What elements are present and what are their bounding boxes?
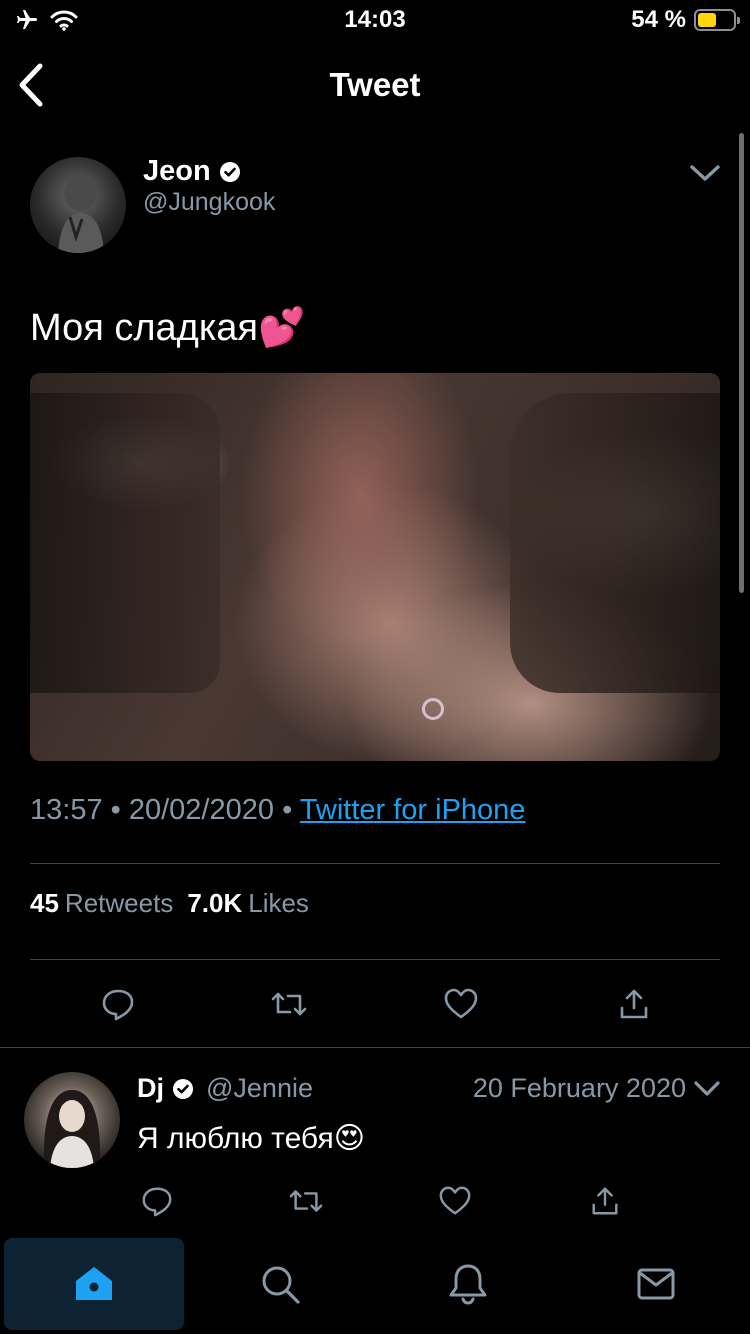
tab-home[interactable]: [4, 1238, 184, 1330]
tweet-media-image[interactable]: [30, 373, 720, 761]
media-detail-cup-right: [510, 393, 720, 693]
share-button[interactable]: [612, 982, 656, 1026]
tab-notifications[interactable]: [378, 1238, 558, 1330]
reply-retweet-button[interactable]: [285, 1180, 327, 1222]
battery-icon: [694, 9, 740, 31]
reply-button[interactable]: [96, 982, 140, 1026]
like-icon: [439, 1186, 471, 1215]
media-detail-cup-left: [30, 393, 220, 693]
tweet-text: Моя сладкая💕: [30, 307, 306, 349]
retweets-stat[interactable]: 45 Retweets: [30, 888, 173, 919]
battery-fill: [698, 13, 717, 27]
meta-separator: •: [110, 794, 121, 826]
author-avatar[interactable]: [30, 157, 126, 253]
reply-like-button[interactable]: [434, 1180, 476, 1222]
tweet-time: 13:57: [30, 794, 103, 826]
reply-author-name[interactable]: Dj: [137, 1073, 164, 1104]
tweet-date: 20/02/2020: [128, 794, 275, 826]
verified-badge-icon: [219, 161, 240, 182]
reply-text: Я люблю тебя😍: [137, 1122, 365, 1155]
meta-separator: •: [282, 794, 293, 826]
reply-icon: [102, 989, 134, 1021]
retweet-icon: [271, 992, 307, 1016]
like-button[interactable]: [439, 982, 483, 1026]
nav-header: Tweet: [0, 50, 750, 120]
likes-stat[interactable]: 7.0K Likes: [187, 888, 309, 919]
tweet-stats: 45 Retweets 7.0K Likes: [30, 888, 309, 919]
reply-share-button[interactable]: [584, 1180, 626, 1222]
page-title: Tweet: [329, 66, 421, 103]
messages-icon: [637, 1268, 675, 1300]
battery-percent: 54 %: [631, 6, 686, 33]
reply-header: Dj @Jennie: [137, 1073, 313, 1104]
reply-avatar[interactable]: [24, 1072, 120, 1168]
scrollbar[interactable]: [739, 133, 744, 593]
tweet-options-button[interactable]: [688, 158, 722, 188]
search-icon: [262, 1266, 300, 1304]
divider: [30, 863, 720, 864]
retweet-icon: [289, 1190, 323, 1212]
retweets-label: Retweets: [64, 888, 174, 918]
author-name-text: Jeon: [143, 155, 211, 187]
avatar-image: [58, 175, 104, 253]
divider: [30, 959, 720, 960]
share-icon: [592, 1187, 618, 1215]
tab-messages[interactable]: [566, 1238, 746, 1330]
retweets-count: 45: [30, 888, 59, 918]
likes-count: 7.0K: [187, 888, 243, 918]
author-handle[interactable]: @Jungkook: [143, 188, 275, 217]
reply-icon: [142, 1187, 172, 1217]
divider: [0, 1047, 750, 1048]
media-detail-ring: [422, 698, 444, 720]
retweet-button[interactable]: [267, 982, 311, 1026]
reply-options-button[interactable]: [692, 1076, 722, 1102]
tweet-source-link[interactable]: Twitter for iPhone: [300, 794, 526, 826]
chevron-down-icon: [694, 1081, 720, 1096]
likes-label: Likes: [248, 888, 309, 918]
like-icon: [444, 988, 478, 1019]
notifications-icon: [449, 1264, 487, 1305]
tab-bar: [0, 1238, 750, 1334]
tweet-meta: 13:57 • 20/02/2020 • Twitter for iPhone: [30, 794, 525, 827]
reply-reply-button[interactable]: [136, 1180, 178, 1222]
chevron-down-icon: [690, 165, 720, 181]
status-right: 54 %: [631, 6, 740, 34]
tab-search[interactable]: [190, 1238, 370, 1330]
verified-badge-icon: [173, 1078, 193, 1099]
reply-date: 20 February 2020: [472, 1073, 686, 1103]
share-icon: [620, 989, 648, 1019]
avatar-image: [43, 1090, 101, 1168]
status-bar: 14:03 54 %: [0, 0, 750, 40]
author-name[interactable]: Jeon: [143, 155, 241, 188]
reply-author-handle[interactable]: @Jennie: [206, 1073, 313, 1104]
home-icon: [76, 1267, 112, 1300]
